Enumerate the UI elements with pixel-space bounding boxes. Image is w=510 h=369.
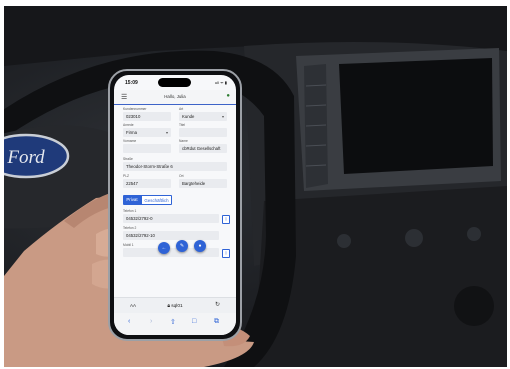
label-art: Art	[179, 107, 184, 111]
edit-fab[interactable]: ✎	[176, 240, 188, 252]
url-value: sql01	[171, 304, 183, 309]
label-titel: Titel	[179, 123, 186, 127]
back-icon[interactable]: ‹	[128, 318, 130, 325]
art-value: Kunde	[182, 114, 195, 119]
label-telefon1: Telefon 1	[123, 209, 137, 213]
greeting-text: Hallo, Julia	[164, 94, 186, 99]
phone-call-icon[interactable]: ▯	[222, 215, 230, 224]
tab-privat[interactable]: Privat	[123, 195, 141, 205]
status-bar: 15:09 ull ᯤ ▮	[114, 75, 236, 89]
anrede-value: Firma	[126, 130, 137, 135]
chevron-down-icon: ▾	[221, 114, 224, 119]
label-vorname: Vorname	[123, 139, 137, 143]
binoculars-icon: ●	[198, 243, 202, 249]
plz-field[interactable]: 22547	[123, 179, 171, 188]
photo-frame: Ford 15:09 ull ᯤ ▮ ☰ Hallo, Julia ● Kund…	[0, 0, 510, 369]
telefon2-field[interactable]: 04532/2792-10	[123, 231, 219, 240]
label-mobil: Mobil 1	[123, 243, 134, 247]
tabs-icon[interactable]: ⧉	[214, 318, 219, 326]
label-telefon2: Telefon 2	[123, 226, 137, 230]
label-name: Name	[179, 139, 188, 143]
label-strasse: Straße	[123, 157, 133, 161]
forward-icon[interactable]: ›	[150, 318, 152, 325]
browser-address-bar[interactable]: AA 🔒︎ sql01 ↻	[114, 297, 236, 314]
anrede-select[interactable]: Firma ▾	[123, 128, 171, 137]
label-anrede: Anrede	[123, 123, 134, 127]
browser-toolbar: ‹ › ⇧ □ ⧉	[114, 313, 236, 335]
svg-text:Ford: Ford	[6, 147, 45, 168]
name-field[interactable]: cbRdut Gesellschaft	[179, 144, 227, 153]
art-select[interactable]: Kunde ▾	[179, 112, 227, 121]
ort-field[interactable]: Bargteheide	[179, 179, 227, 188]
clock: 15:09	[125, 80, 138, 86]
smartphone: 15:09 ull ᯤ ▮ ☰ Hallo, Julia ● Kundennum…	[108, 69, 242, 341]
car-interior-scene: Ford	[4, 6, 507, 367]
mobile-call-icon[interactable]: ▯	[222, 249, 230, 258]
ford-logo: Ford	[4, 133, 70, 179]
titel-field[interactable]	[179, 128, 227, 137]
dynamic-island	[158, 78, 191, 87]
vorname-field[interactable]	[123, 144, 171, 153]
arrow-left-icon: ←	[161, 245, 167, 251]
tab-geschaeftlich[interactable]: Geschäftlich	[141, 195, 172, 205]
kundennummer-field[interactable]: 023010	[123, 112, 171, 121]
app-header: ☰ Hallo, Julia ●	[114, 90, 236, 105]
search-fab[interactable]: ●	[194, 240, 206, 252]
signal-battery-icons: ull ᯤ ▮	[214, 80, 227, 85]
share-icon[interactable]: ⇧	[170, 318, 176, 326]
lock-icon: 🔒︎	[167, 304, 170, 309]
label-plz: PLZ	[123, 174, 130, 178]
customer-form: Kundennummer 023010 Art Kunde ▾ Anrede Fi…	[114, 107, 236, 307]
strasse-field[interactable]: Theodor-Storm-Straße 6	[123, 162, 227, 171]
car-photo: Ford 15:09 ull ᯤ ▮ ☰ Hallo, Julia ● Kund…	[4, 6, 507, 367]
back-fab[interactable]: ←	[158, 242, 170, 254]
person-icon[interactable]: ●	[226, 93, 230, 99]
label-kundennummer: Kundennummer	[123, 107, 147, 111]
label-ort: Ort	[179, 174, 184, 178]
phone-screen: 15:09 ull ᯤ ▮ ☰ Hallo, Julia ● Kundennum…	[114, 75, 236, 335]
bookmarks-icon[interactable]: □	[192, 318, 196, 325]
telefon1-field[interactable]: 04532/2792-0	[123, 214, 219, 223]
reload-icon[interactable]: ↻	[215, 301, 220, 308]
pencil-icon: ✎	[179, 243, 185, 249]
chevron-down-icon: ▾	[165, 130, 168, 135]
